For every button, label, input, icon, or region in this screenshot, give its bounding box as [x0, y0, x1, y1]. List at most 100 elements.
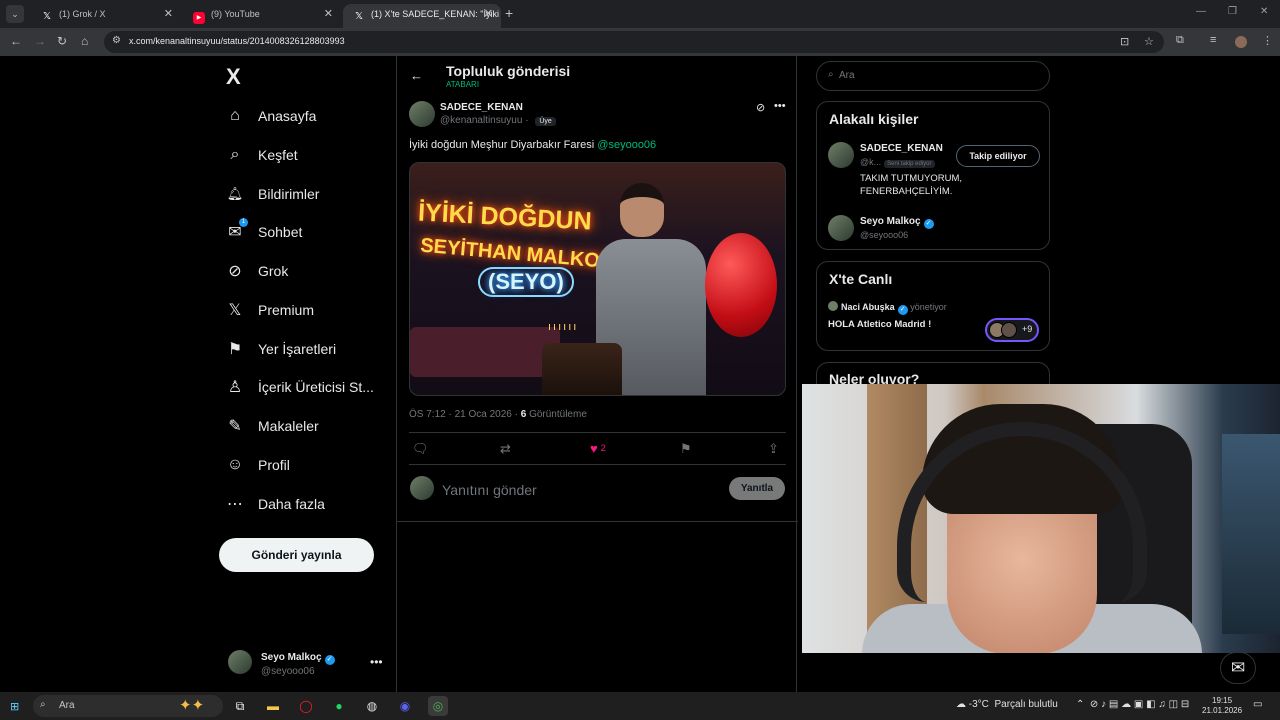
app-icon[interactable]: ◍ — [362, 696, 382, 716]
author-name[interactable]: SADECE_KENAN — [440, 102, 523, 113]
sidebar-item-articles[interactable]: ✎ Makaleler — [226, 413, 318, 439]
grok-icon: ⊘ — [228, 263, 242, 280]
new-tab-icon[interactable]: + — [505, 5, 513, 21]
sidebar-item-grok[interactable]: ⊘ Grok — [226, 258, 288, 284]
bookmark-star-icon[interactable]: ☆ — [1144, 35, 1154, 48]
mention-link[interactable]: @seyooo06 — [597, 139, 656, 151]
community-name[interactable]: ATABARI — [446, 80, 479, 89]
sidebar-item-profile[interactable]: ☺ Profil — [226, 452, 290, 478]
file-explorer-icon[interactable]: ▬ — [263, 696, 283, 716]
browser-tab-active[interactable]: 𝕏 (1) X'te SADECE_KENAN: "İyiki d ✕ — [343, 4, 501, 28]
back-arrow-icon[interactable]: ← — [410, 68, 423, 83]
person-name[interactable]: Seyo Malkoç — [860, 216, 921, 227]
neon-text-line-1: İYİKİ DOĞDUN — [417, 198, 593, 236]
reply-input[interactable]: Yanıtını gönder — [442, 482, 537, 498]
discord-icon[interactable]: ◉ — [395, 696, 415, 716]
opera-icon[interactable]: ◯ — [296, 696, 316, 716]
menu-dots-icon[interactable]: ⋮ — [1262, 34, 1273, 47]
install-icon[interactable]: ⊡ — [1120, 35, 1129, 48]
x-logo-icon: 𝕏 — [354, 11, 364, 22]
reading-list-icon[interactable]: ≡ — [1210, 34, 1216, 46]
avatar — [410, 476, 434, 500]
sidebar-item-bookmarks[interactable]: ⚑ Yer İşaretleri — [226, 336, 336, 362]
restore-icon[interactable]: ❐ — [1228, 6, 1237, 17]
live-event-title: HOLA Atletico Madrid ! — [828, 319, 932, 330]
extensions-icon[interactable]: ⧉ — [1176, 34, 1184, 47]
system-clock[interactable]: 19:15 21.01.2026 — [1202, 696, 1242, 716]
author-handle[interactable]: @kenanaltinsuyuu — [440, 115, 522, 126]
account-name: Seyo Malkoç — [261, 652, 322, 663]
back-icon[interactable]: ← — [10, 34, 22, 48]
task-view-icon[interactable]: ⧉ — [230, 696, 250, 716]
weather-icon: ☁ — [956, 699, 966, 710]
mail-icon: ✉ 1 — [226, 218, 248, 242]
minimize-icon[interactable]: — — [1196, 6, 1206, 17]
sidebar-item-creator-studio[interactable]: ♙ İçerik Üreticisi St... — [226, 374, 374, 400]
sidebar-item-explore[interactable]: ⌕ Keşfet — [226, 142, 298, 168]
sidebar-item-premium[interactable]: 𝕏 Premium — [226, 297, 314, 323]
weather-widget[interactable]: ☁ -3°C Parçalı bulutlu — [956, 699, 1058, 710]
home-browser-icon[interactable]: ⌂ — [81, 34, 88, 48]
bell-icon: 🔔︎ — [226, 186, 244, 201]
address-bar[interactable]: ⚙ x.com/kenanaltinsuyuu/status/201400832… — [104, 31, 1164, 53]
spotify-icon[interactable]: ● — [329, 696, 349, 716]
avatar[interactable] — [828, 142, 854, 168]
verified-badge-icon: ✓ — [897, 305, 908, 315]
more-dots-icon[interactable]: ••• — [774, 100, 786, 112]
card-title: Alakalı kişiler — [829, 111, 919, 127]
avatar — [228, 650, 252, 674]
windows-start-icon[interactable]: ⊞ — [10, 700, 19, 713]
author-avatar[interactable] — [409, 101, 435, 127]
live-card[interactable]: X'te Canlı Naci Abuşka ✓ yönetiyor HOLA A… — [816, 261, 1050, 351]
search-icon: ⌕ — [828, 69, 834, 80]
reload-icon[interactable]: ↻ — [57, 34, 67, 48]
taskbar-search[interactable]: ⌕ Ara ✦✦ — [33, 695, 223, 717]
messages-drawer-icon[interactable]: ✉ — [1220, 652, 1256, 684]
forward-icon[interactable]: → — [34, 34, 46, 48]
sparkle-icon: ✦✦ — [179, 697, 205, 714]
creator-studio-icon: ♙ — [227, 379, 243, 396]
reply-button[interactable]: Yanıtla — [729, 477, 785, 500]
avatar[interactable] — [828, 215, 854, 241]
url-text: x.com/kenanaltinsuyuu/status/20140083261… — [129, 36, 345, 46]
tab-search-icon[interactable]: ⌄ — [6, 5, 24, 23]
like-button[interactable]: ♥ 2 — [590, 441, 606, 456]
following-button[interactable]: Takip ediliyor — [956, 145, 1040, 167]
search-input[interactable]: ⌕ Ara — [816, 61, 1050, 91]
person-name[interactable]: SADECE_KENAN — [860, 143, 943, 154]
share-icon[interactable]: ⇪ — [768, 441, 779, 457]
search-icon: ⌕ — [40, 699, 46, 710]
card-title: X'te Canlı — [829, 271, 893, 287]
main-column: ← Topluluk gönderisi ATABARI SADECE_KENA… — [396, 56, 798, 692]
sidebar-item-chat[interactable]: ✉ 1 Sohbet — [226, 218, 302, 245]
chrome-icon[interactable]: ◎ — [428, 696, 448, 716]
reply-icon[interactable]: 🗨︎ — [412, 441, 429, 457]
site-info-icon[interactable]: ⚙ — [112, 35, 121, 46]
verified-badge-icon: ✓ — [324, 655, 335, 665]
tray-icons[interactable]: ⌃ ⊘ ♪ ▤ ☁ ▣ ◧ ♫ ◫ ⊟ — [1076, 699, 1189, 710]
close-tab-icon[interactable]: ✕ — [324, 4, 333, 24]
sidebar-item-notifications[interactable]: 🔔︎ Bildirimler — [226, 181, 320, 207]
tweet-image[interactable]: İYİKİ DOĞDUN SEYİTHAN MALKOÇ (SEYO) ıııı… — [409, 162, 786, 396]
bookmark-icon[interactable]: ⚑ — [680, 441, 692, 457]
more-dots-icon[interactable]: ••• — [370, 655, 383, 669]
webcam-overlay — [802, 384, 1280, 653]
account-handle: @seyooo06 — [261, 666, 315, 677]
red-balloon — [705, 233, 777, 337]
sidebar-item-home[interactable]: ⌂ Anasayfa — [226, 103, 316, 129]
profile-avatar-icon[interactable] — [1235, 36, 1247, 48]
browser-tab-youtube[interactable]: ▶ (9) YouTube ✕ — [183, 4, 341, 28]
person-handle: @seyooo06 — [860, 230, 909, 240]
sidebar-item-more[interactable]: ⋯ Daha fazla — [226, 491, 325, 517]
post-button[interactable]: Gönderi yayınla — [219, 538, 374, 572]
notification-icon[interactable]: ▭ — [1253, 699, 1262, 710]
live-listeners: +9 — [985, 318, 1039, 342]
close-tab-icon[interactable]: ✕ — [484, 4, 493, 24]
browser-tab-grok[interactable]: 𝕏 (1) Grok / X ✕ — [31, 4, 181, 28]
close-window-icon[interactable]: ✕ — [1260, 6, 1268, 17]
close-tab-icon[interactable]: ✕ — [164, 4, 173, 24]
grok-icon[interactable]: ⊘ — [756, 101, 765, 114]
divider — [397, 521, 798, 522]
x-logo-icon[interactable]: X — [226, 64, 241, 90]
retweet-icon[interactable]: ⇄ — [500, 441, 511, 457]
